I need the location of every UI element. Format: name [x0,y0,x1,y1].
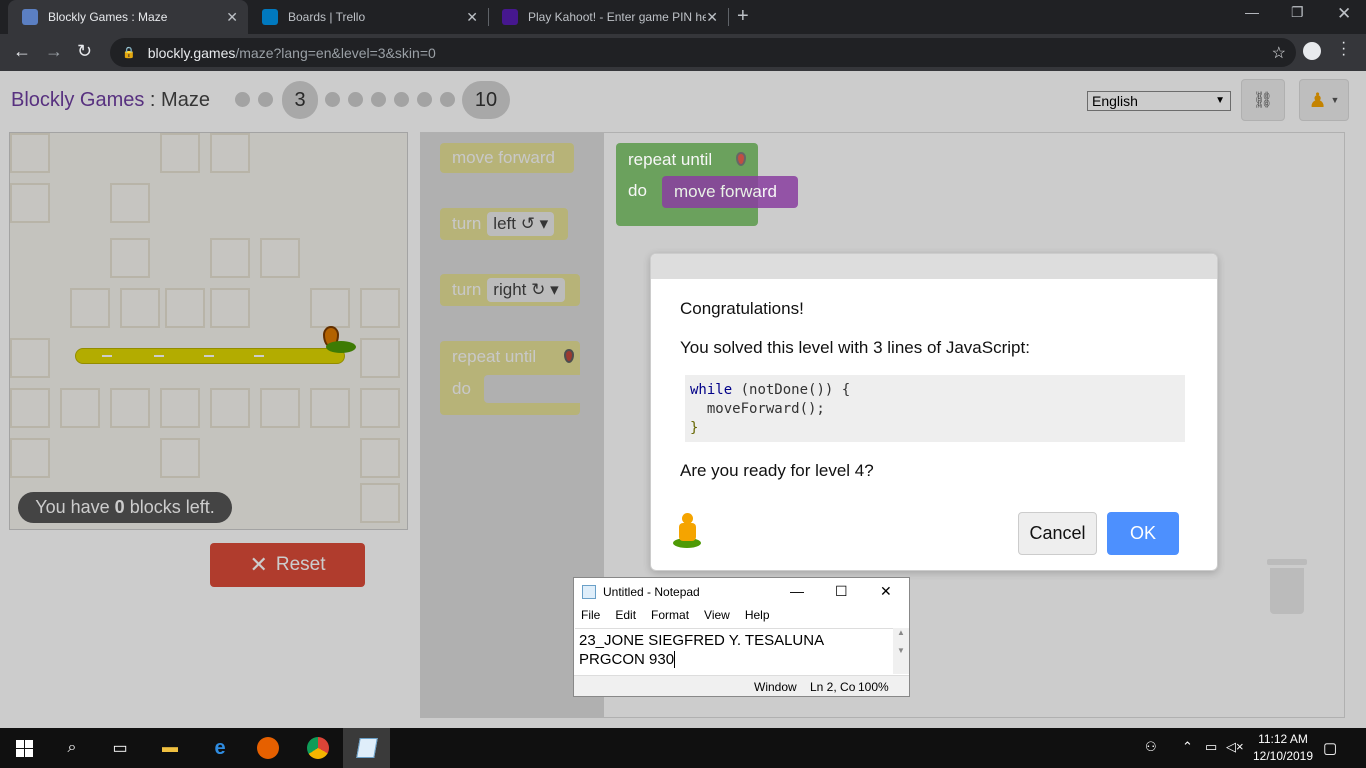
lock-icon: 🔒 [122,47,136,59]
tab-trello[interactable]: Boards | Trello ✕ [248,0,488,34]
reload-icon[interactable]: ↻ [77,41,92,62]
menu-format[interactable]: Format [651,608,689,627]
people-icon[interactable]: ⚇ [1145,739,1157,755]
notepad-statusbar: Window Ln 2, Co 100% [574,675,909,696]
close-tab-icon[interactable]: ✕ [226,9,238,26]
pegman-body [679,523,696,541]
browser-menu-icon[interactable]: · · · [1341,35,1346,63]
trash-body [1270,568,1304,614]
notepad-taskbar-icon[interactable] [355,736,379,760]
windows-start-icon[interactable] [12,736,36,760]
restore-icon[interactable]: ❐ [1291,4,1304,21]
tab-title: Boards | Trello [288,10,366,24]
show-hidden-icons-icon[interactable]: ⌃ [1182,739,1193,755]
trello-favicon-icon [262,9,278,25]
notepad-text-area[interactable]: 23_JONE SIEGFRED Y. TESALUNA PRGCON 930 [575,628,893,674]
clock-time: 11:12 AM [1258,732,1308,746]
menu-edit[interactable]: Edit [615,608,636,627]
dialog-next-level-text: Are you ready for level 4? [680,461,874,480]
menu-file[interactable]: File [581,608,600,627]
notepad-titlebar[interactable]: Untitled - Notepad [574,578,909,606]
cancel-button[interactable]: Cancel [1018,512,1097,555]
trash-lid [1267,559,1307,565]
close-tab-icon[interactable]: ✕ [466,9,478,26]
clock-date: 12/10/2019 [1252,749,1314,763]
text-line: 23_JONE SIEGFRED Y. TESALUNA [579,632,825,649]
vertical-scrollbar[interactable]: ▲ ▼ [893,628,909,674]
block-label: repeat until [628,150,713,169]
code-line: moveForward(); [690,401,825,417]
close-window-icon[interactable]: ✕ [1337,4,1351,24]
status-position: Ln 2, Co [810,680,856,694]
tab-title: Play Kahoot! - Enter game PIN he [528,10,706,24]
minimize-icon[interactable]: — [1245,4,1259,20]
bookmark-star-icon[interactable]: ☆ [1272,43,1286,63]
pegman-icon [673,511,703,551]
status-zoom: 100% [858,680,889,694]
notepad-icon [582,585,596,599]
network-icon[interactable]: ▭ [1205,739,1217,755]
minimize-icon[interactable]: — [790,583,804,599]
code-block: while (notDone()) { moveForward(); } [685,375,1185,442]
volume-icon[interactable]: ◁× [1226,739,1244,755]
goal-pin-icon [736,152,746,166]
pegman-head [682,513,693,524]
dialog-congrats: Congratulations! [680,299,804,318]
notepad-title: Untitled - Notepad [603,585,700,599]
blockly-favicon-icon [22,9,38,25]
dialog-solved-text: You solved this level with 3 lines of Ja… [680,338,1030,357]
code-line: } [690,420,699,436]
kahoot-favicon-icon [502,9,518,25]
trash-can-icon[interactable] [1267,559,1307,614]
url-path: /maze?lang=en&level=3&skin=0 [235,44,436,61]
system-clock[interactable]: 11:12 AM 12/10/2019 [1246,731,1320,765]
text-cursor [674,651,676,668]
dialog-header-bar [651,254,1217,279]
code-line: while (notDone()) { [690,381,1180,400]
close-tab-icon[interactable]: ✕ [706,9,718,26]
tab-kahoot[interactable]: Play Kahoot! - Enter game PIN he ✕ [488,0,728,34]
forward-icon[interactable]: → [45,41,63,62]
notepad-menubar: File Edit Format View Help [574,608,909,627]
chrome-icon[interactable] [306,736,330,760]
block-label: do [628,181,647,200]
file-explorer-icon[interactable]: ▬ [158,736,182,760]
text-line-content: PRGCON 930 [579,651,675,668]
account-icon[interactable] [1303,42,1321,60]
close-icon[interactable]: ✕ [880,583,892,600]
notepad-window: Untitled - Notepad — ☐ ✕ File Edit Forma… [573,577,910,697]
back-icon[interactable]: ← [13,41,31,62]
workspace-move-forward-block[interactable]: move forward [662,176,798,208]
tab-separator [728,8,729,26]
block-label: move forward [674,182,777,201]
tab-strip: Blockly Games : Maze ✕ Boards | Trello ✕… [0,0,1366,34]
windows-taskbar: ⌕ ▭ ▬ e ⚇ ⌃ ▭ ◁× 11:12 AM 12/10/2019 ▢ [0,728,1366,768]
code-keyword: while [690,382,733,398]
search-icon[interactable]: ⌕ [60,736,84,760]
ok-button[interactable]: OK [1107,512,1179,555]
firefox-icon[interactable] [256,736,280,760]
menu-view[interactable]: View [704,608,730,627]
browser-toolbar: ← → ↻ 🔒 blockly.games/maze?lang=en&level… [0,34,1366,71]
text-line: PRGCON 930 [579,650,889,669]
tab-title: Blockly Games : Maze [48,10,168,24]
status-text: Window [754,680,797,694]
url-host: blockly.games [147,44,236,61]
address-bar[interactable]: 🔒 blockly.games/maze?lang=en&level=3&ski… [110,38,1296,67]
level-complete-dialog: Congratulations! You solved this level w… [650,253,1218,571]
notification-center-icon[interactable]: ▢ [1323,739,1337,757]
maximize-icon[interactable]: ☐ [835,583,848,600]
tab-blockly[interactable]: Blockly Games : Maze ✕ [8,0,248,34]
edge-icon[interactable]: e [208,736,232,760]
new-tab-button[interactable]: + [737,5,749,28]
task-view-icon[interactable]: ▭ [108,736,132,760]
menu-help[interactable]: Help [745,608,770,627]
code-text: (notDone()) { [732,382,851,398]
